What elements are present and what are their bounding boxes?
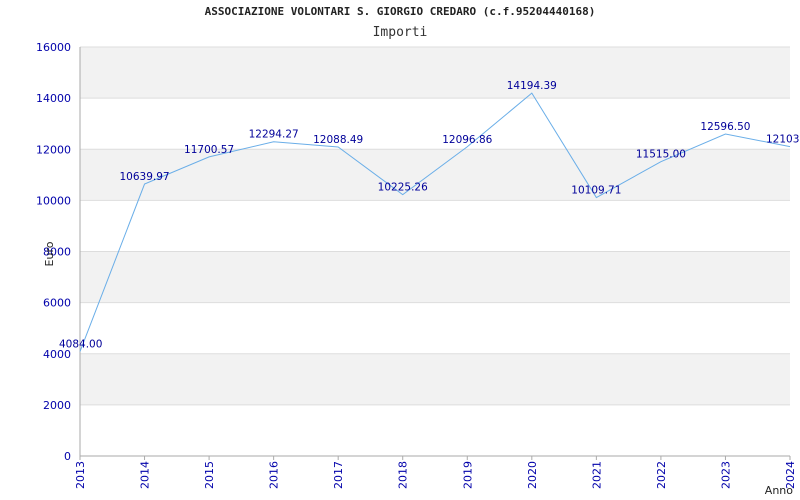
x-tick-label: 2019 [461, 461, 474, 489]
data-label: 10109.71 [571, 185, 621, 197]
y-tick-label: 6000 [43, 297, 71, 310]
data-label: 12096.86 [442, 134, 492, 146]
data-label: 4084.00 [59, 339, 102, 351]
x-tick-label: 2018 [397, 461, 410, 489]
x-tick-labels: 2013 2014 2015 2016 2017 2018 2019 2020 2021 2022… [74, 461, 797, 489]
background-band [80, 302, 790, 354]
x-tick-label: 2016 [268, 461, 281, 489]
x-tick-label: 2017 [332, 461, 345, 489]
x-axis-label: Anno [765, 484, 793, 497]
data-label: 12596.50 [700, 121, 750, 133]
x-tick-label: 2013 [74, 461, 87, 489]
x-tick-label: 2023 [719, 461, 732, 489]
data-label: 12088.49 [313, 134, 363, 146]
x-tick-label: 2021 [590, 461, 603, 489]
data-label: 11515.00 [636, 149, 686, 161]
background-band [80, 353, 790, 405]
background-band [80, 98, 790, 150]
background-band [80, 47, 790, 99]
y-tick-label: 12000 [36, 143, 71, 156]
background-band [80, 200, 790, 252]
line-chart: 0200040006000800010000120001400016000 20… [36, 41, 800, 497]
data-label: 10225.26 [378, 182, 428, 194]
y-tick-label: 16000 [36, 41, 71, 54]
data-label: 14194.39 [507, 80, 557, 92]
data-label: 10639.97 [119, 171, 169, 183]
y-tick-label: 14000 [36, 92, 71, 105]
y-tick-label: 10000 [36, 194, 71, 207]
y-tick-label: 2000 [43, 399, 71, 412]
x-tick-label: 2020 [526, 461, 539, 489]
data-label: 12103. [766, 134, 800, 146]
y-tick-label: 0 [64, 450, 71, 463]
x-tick-label: 2022 [655, 461, 668, 489]
data-label: 11700.57 [184, 144, 234, 156]
y-axis-label: Euro [43, 241, 56, 266]
background-band [80, 404, 790, 456]
x-tick-label: 2014 [139, 461, 152, 489]
background-band [80, 251, 790, 303]
data-label: 12294.27 [249, 129, 299, 141]
x-tick-label: 2015 [203, 461, 216, 489]
